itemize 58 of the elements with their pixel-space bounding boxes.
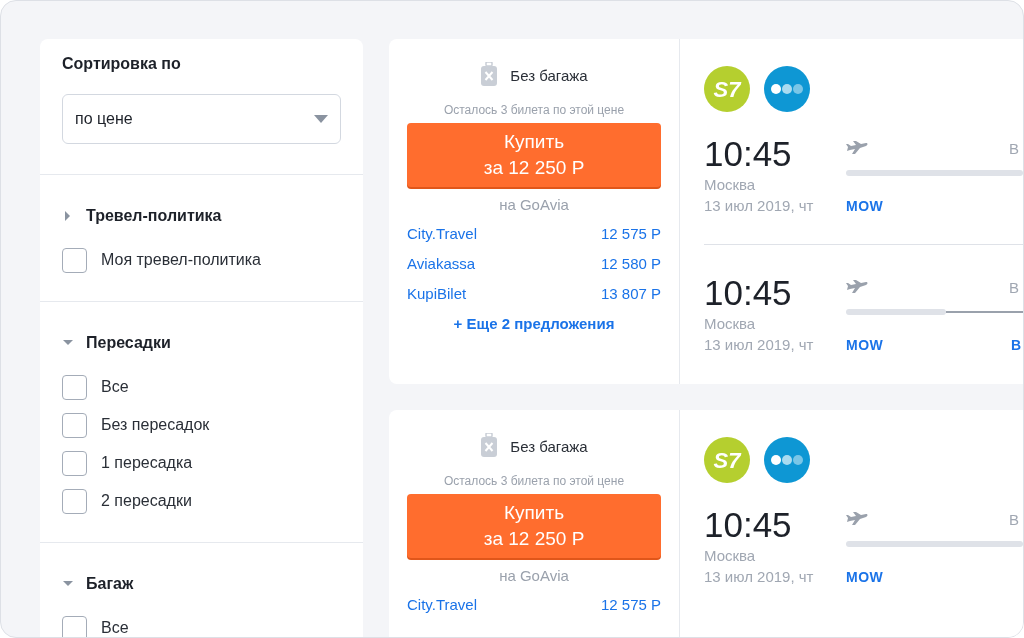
- airport-code: MOW: [846, 569, 884, 585]
- baggage-label: Без багажа: [510, 66, 588, 84]
- airport-code: В: [1010, 337, 1021, 353]
- offer-link[interactable]: KupiBilet: [407, 285, 467, 303]
- airline-logo: S7: [704, 66, 750, 112]
- more-offers-link[interactable]: + Еще 2 предложения: [453, 315, 615, 332]
- offer-price[interactable]: 12 580 Р: [600, 255, 661, 273]
- departure-date: 13 июл 2019, чт: [704, 567, 815, 587]
- airplane-icon: [846, 280, 870, 294]
- seats-left-note: Осталось 3 билета по этой цене: [443, 474, 625, 488]
- checkbox-label: Все: [101, 619, 129, 637]
- offer-price[interactable]: 12 575 Р: [600, 225, 661, 243]
- section-title[interactable]: Пересадки: [86, 334, 171, 352]
- offer-link[interactable]: City.Travel: [407, 596, 477, 614]
- duration-label: В: [1009, 139, 1019, 157]
- departure-date: 13 июл 2019, чт: [704, 335, 815, 355]
- checkbox-label: Моя тревел-политика: [101, 251, 261, 269]
- agency-label: на GoAvia: [499, 196, 569, 213]
- duration-label: В: [1009, 278, 1019, 296]
- agency-label: на GoAvia: [499, 567, 569, 584]
- section-title[interactable]: Тревел-политика: [86, 207, 222, 225]
- checkbox[interactable]: [62, 488, 87, 514]
- checkbox[interactable]: [62, 412, 87, 438]
- suitcase-crossed-icon: [480, 433, 499, 459]
- offer-link[interactable]: Aviakassa: [407, 255, 476, 273]
- suitcase-crossed-icon: [480, 62, 499, 88]
- checkbox[interactable]: [62, 247, 87, 273]
- departure-city: Москва: [704, 546, 757, 566]
- airport-code: MOW: [846, 337, 884, 353]
- airplane-icon: [846, 512, 870, 526]
- buy-button[interactable]: Купить за 12 250 Р: [407, 123, 661, 187]
- checkbox-label: 2 пересадки: [101, 492, 192, 510]
- offer-price[interactable]: 12 575 Р: [600, 596, 661, 614]
- checkbox[interactable]: [62, 374, 87, 400]
- buy-button[interactable]: Купить за 12 250 Р: [407, 494, 661, 558]
- baggage-label: Без багажа: [510, 437, 588, 455]
- departure-time: 10:45: [704, 134, 793, 174]
- offer-price[interactable]: 13 807 Р: [600, 285, 661, 303]
- section-title: Сортировка по: [62, 55, 182, 73]
- departure-time: 10:45: [704, 273, 793, 313]
- airport-code: MOW: [846, 198, 884, 214]
- checkbox-label: Без пересадок: [101, 416, 210, 434]
- checkbox[interactable]: [62, 450, 87, 476]
- duration-label: В: [1009, 510, 1019, 528]
- offer-link[interactable]: City.Travel: [407, 225, 477, 243]
- checkbox[interactable]: [62, 615, 87, 637]
- departure-city: Москва: [704, 175, 757, 195]
- airline-logo: S7: [704, 437, 750, 483]
- dropdown-caret-icon: [314, 115, 328, 123]
- seats-left-note: Осталось 3 билета по этой цене: [443, 103, 625, 117]
- checkbox-label: Все: [101, 378, 129, 396]
- airplane-icon: [846, 141, 870, 155]
- departure-date: 13 июл 2019, чт: [704, 196, 815, 216]
- section-title[interactable]: Багаж: [86, 575, 134, 593]
- departure-time: 10:45: [704, 505, 793, 545]
- sort-dropdown[interactable]: по цене: [62, 94, 341, 144]
- departure-city: Москва: [704, 314, 757, 334]
- checkbox-label: 1 пересадка: [101, 454, 193, 472]
